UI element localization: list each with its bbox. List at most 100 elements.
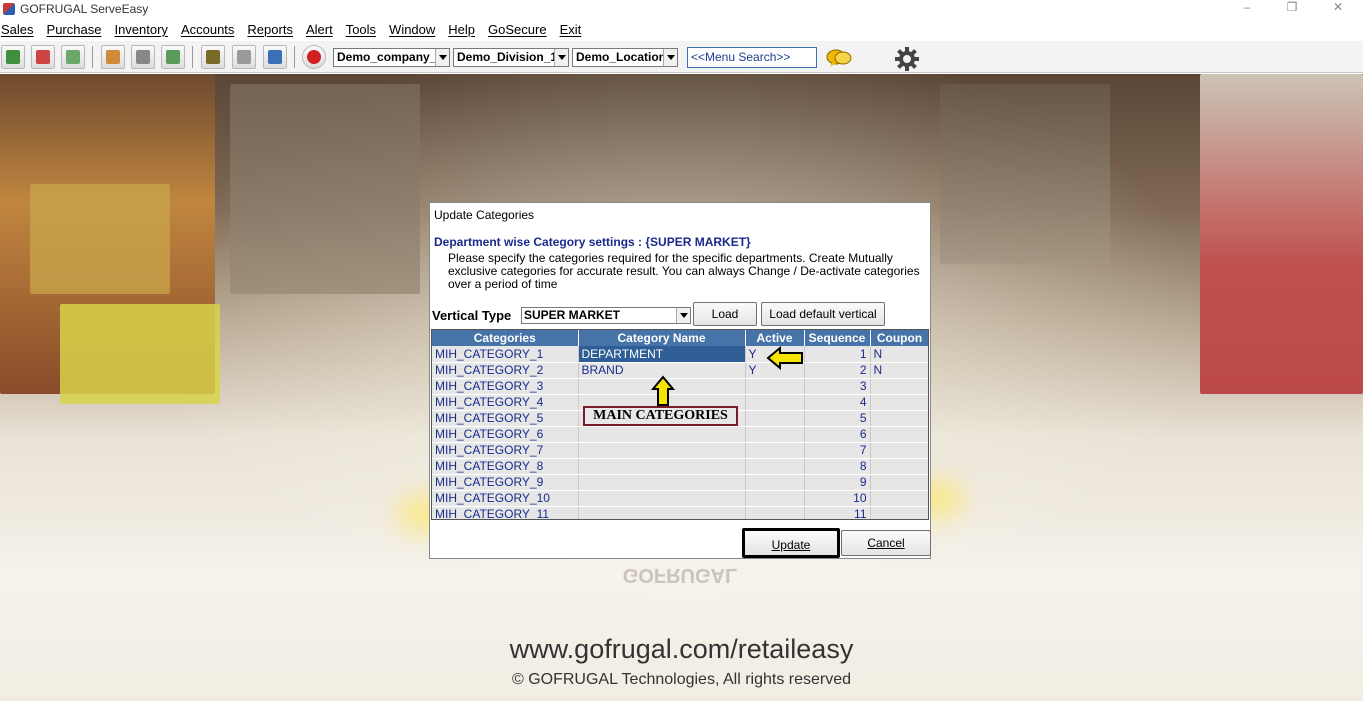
sequence-cell[interactable]: 2: [804, 362, 871, 379]
active-cell[interactable]: [745, 506, 805, 519]
category-name-cell[interactable]: DEPARTMENT: [578, 346, 746, 363]
category-name-cell[interactable]: [578, 426, 746, 443]
menu-accounts[interactable]: Accounts: [181, 22, 234, 37]
toolbar-separator: [294, 46, 295, 68]
sequence-cell[interactable]: 11: [804, 506, 871, 519]
shelf-center-left: [230, 84, 420, 294]
main-categories-annotation: MAIN CATEGORIES: [583, 406, 738, 426]
coupon-cell[interactable]: N: [870, 362, 928, 379]
update-button[interactable]: Update: [742, 528, 840, 558]
table-row[interactable]: MIH_CATEGORY_6 6: [432, 426, 928, 443]
arrow-up-icon: [650, 375, 676, 410]
category-name-cell[interactable]: [578, 442, 746, 459]
sequence-cell[interactable]: 7: [804, 442, 871, 459]
table-row[interactable]: MIH_CATEGORY_10 10: [432, 490, 928, 507]
menu-tools[interactable]: Tools: [346, 22, 376, 37]
category-name-cell[interactable]: [578, 490, 746, 507]
table-row[interactable]: MIH_CATEGORY_2 BRAND Y 2 N: [432, 362, 928, 379]
menu-alert[interactable]: Alert: [306, 22, 333, 37]
coupon-cell[interactable]: [870, 506, 928, 519]
menu-window[interactable]: Window: [389, 22, 435, 37]
coupon-cell[interactable]: [870, 410, 928, 427]
active-cell[interactable]: [745, 410, 805, 427]
sequence-cell[interactable]: 8: [804, 458, 871, 475]
category-name-cell[interactable]: [578, 474, 746, 491]
sales-icon[interactable]: [1, 45, 25, 69]
category-code-cell: MIH_CATEGORY_4: [432, 394, 579, 411]
table-row[interactable]: MIH_CATEGORY_3 3: [432, 378, 928, 395]
table-row[interactable]: MIH_CATEGORY_1 DEPARTMENT Y 1 N: [432, 346, 928, 363]
menu-exit[interactable]: Exit: [560, 22, 582, 37]
footer-copyright: © GOFRUGAL Technologies, All rights rese…: [511, 671, 852, 688]
menu-sales[interactable]: Sales: [1, 22, 34, 37]
coupon-cell[interactable]: [870, 378, 928, 395]
active-cell[interactable]: [745, 442, 805, 459]
purchase-icon[interactable]: [31, 45, 55, 69]
sequence-cell[interactable]: 5: [804, 410, 871, 427]
dialog-heading: Department wise Category settings : {SUP…: [434, 235, 751, 249]
sequence-cell[interactable]: 9: [804, 474, 871, 491]
sequence-cell[interactable]: 3: [804, 378, 871, 395]
coupon-cell[interactable]: [870, 442, 928, 459]
active-cell[interactable]: [745, 458, 805, 475]
chat-bubbles-icon[interactable]: [826, 48, 854, 68]
active-cell[interactable]: [745, 474, 805, 491]
coupon-cell[interactable]: [870, 458, 928, 475]
transfer-icon[interactable]: [161, 45, 185, 69]
active-cell[interactable]: [745, 426, 805, 443]
table-row[interactable]: MIH_CATEGORY_8 8: [432, 458, 928, 475]
active-cell[interactable]: [745, 490, 805, 507]
sequence-cell[interactable]: 10: [804, 490, 871, 507]
report-chart-icon[interactable]: [263, 45, 287, 69]
column-header-sequence[interactable]: Sequence: [804, 330, 871, 346]
sequence-cell[interactable]: 4: [804, 394, 871, 411]
receipt-icon[interactable]: [61, 45, 85, 69]
minimize-button[interactable]: –: [1224, 0, 1270, 16]
table-row[interactable]: MIH_CATEGORY_7 7: [432, 442, 928, 459]
menu-gosecure[interactable]: GoSecure: [488, 22, 547, 37]
division-select[interactable]: Demo_Division_1: [453, 48, 569, 67]
category-code-cell: MIH_CATEGORY_2: [432, 362, 579, 379]
menu-reports[interactable]: Reports: [247, 22, 293, 37]
power-icon[interactable]: [302, 45, 326, 69]
vertical-type-select[interactable]: SUPER MARKET: [521, 307, 691, 324]
footer-website: www.gofrugal.com/retaileasy: [509, 634, 854, 664]
company-select[interactable]: Demo_company_: [333, 48, 450, 67]
print-icon[interactable]: [131, 45, 155, 69]
coupon-cell[interactable]: N: [870, 346, 928, 363]
close-button[interactable]: ✕: [1315, 0, 1361, 16]
sequence-cell[interactable]: 6: [804, 426, 871, 443]
category-name-cell[interactable]: [578, 458, 746, 475]
cancel-button[interactable]: Cancel: [841, 530, 931, 556]
chevron-down-icon: [676, 308, 690, 323]
table-row[interactable]: MIH_CATEGORY_11 11: [432, 506, 928, 519]
company-select-value: Demo_company_: [337, 50, 437, 64]
active-cell[interactable]: [745, 378, 805, 395]
users-icon[interactable]: [101, 45, 125, 69]
column-header-categories[interactable]: Categories: [432, 330, 579, 346]
gear-icon[interactable]: [894, 46, 920, 72]
load-default-vertical-button[interactable]: Load default vertical: [761, 302, 885, 326]
tools-icon[interactable]: [232, 45, 256, 69]
sequence-cell[interactable]: 1: [804, 346, 871, 363]
category-name-cell[interactable]: [578, 506, 746, 519]
category-code-cell: MIH_CATEGORY_3: [432, 378, 579, 395]
inventory-icon[interactable]: [201, 45, 225, 69]
menu-help[interactable]: Help: [448, 22, 475, 37]
location-select[interactable]: Demo_Location: [572, 48, 678, 67]
load-button[interactable]: Load: [693, 302, 757, 326]
coupon-cell[interactable]: [870, 394, 928, 411]
coupon-cell[interactable]: [870, 490, 928, 507]
menu-inventory[interactable]: Inventory: [114, 22, 167, 37]
column-header-coupon[interactable]: Coupon: [870, 330, 928, 346]
restore-button[interactable]: ❐: [1269, 0, 1315, 16]
dialog-description: Please specify the categories required f…: [448, 251, 920, 291]
coupon-cell[interactable]: [870, 426, 928, 443]
table-row[interactable]: MIH_CATEGORY_9 9: [432, 474, 928, 491]
coupon-cell[interactable]: [870, 474, 928, 491]
column-header-category-name[interactable]: Category Name: [578, 330, 746, 346]
active-cell[interactable]: [745, 394, 805, 411]
column-header-active[interactable]: Active: [745, 330, 805, 346]
menu-purchase[interactable]: Purchase: [47, 22, 102, 37]
menu-search-input[interactable]: <<Menu Search>>: [687, 47, 817, 68]
